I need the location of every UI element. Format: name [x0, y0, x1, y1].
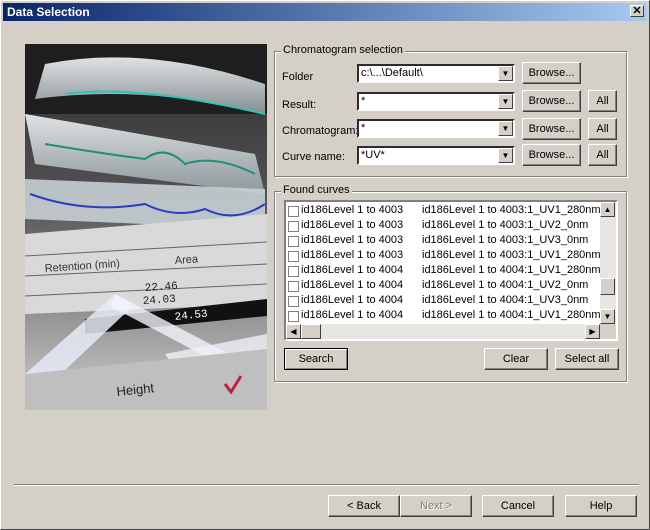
row-result: id186Level 1 to 4004: [301, 309, 404, 321]
curve-name-all-button[interactable]: All: [588, 144, 617, 166]
result-all-button[interactable]: All: [588, 90, 617, 112]
curve-name-browse-button[interactable]: Browse...: [522, 144, 581, 166]
result-combo[interactable]: * ▼: [357, 92, 515, 111]
chromatogram-browse-button[interactable]: Browse...: [522, 118, 581, 140]
search-button[interactable]: Search: [284, 348, 348, 370]
horizontal-scrollbar[interactable]: ◀ ▶: [286, 324, 600, 339]
row-result: id186Level 1 to 4003: [301, 204, 404, 216]
row-curve: id186Level 1 to 4004:1_UV3_0nm: [422, 294, 589, 306]
help-button[interactable]: Help: [565, 495, 637, 517]
scroll-left-icon[interactable]: ◀: [286, 324, 301, 339]
clear-button[interactable]: Clear: [484, 348, 548, 370]
row-curve: id186Level 1 to 4003:1_UV3_0nm: [422, 234, 589, 246]
result-browse-button[interactable]: Browse...: [522, 90, 581, 112]
row-checkbox[interactable]: [288, 221, 299, 232]
title-bar: Data Selection ✕: [3, 3, 647, 21]
decorative-graphic: Retention (min) Area 22.46 24.03 24.53 H…: [25, 44, 267, 410]
row-result: id186Level 1 to 4004: [301, 264, 404, 276]
row-curve: id186Level 1 to 4004:1_UV1_280nm: [422, 264, 601, 276]
close-icon[interactable]: ✕: [630, 5, 644, 17]
vertical-scrollbar[interactable]: ▲ ▼: [600, 202, 616, 324]
row-result: id186Level 1 to 4004: [301, 279, 404, 291]
chromatogram-combo[interactable]: * ▼: [357, 119, 515, 138]
chevron-down-icon[interactable]: ▼: [498, 148, 513, 163]
folder-combo[interactable]: c:\...\Default\ ▼: [357, 64, 515, 83]
footer-separator: [14, 484, 639, 486]
row-result: id186Level 1 to 4003: [301, 219, 404, 231]
scroll-down-icon[interactable]: ▼: [600, 309, 615, 324]
chromatogram-selection-legend: Chromatogram selection: [281, 44, 405, 56]
row-checkbox[interactable]: [288, 266, 299, 277]
chevron-down-icon[interactable]: ▼: [498, 94, 513, 109]
area-label: Area: [174, 253, 199, 267]
scroll-corner: [600, 324, 616, 339]
chromatogram-label: Chromatogram:: [282, 125, 359, 137]
next-button[interactable]: Next >: [400, 495, 472, 517]
row-curve: id186Level 1 to 4004:1_UV2_0nm: [422, 279, 589, 291]
result-value: *: [361, 95, 366, 107]
result-label: Result:: [282, 99, 317, 111]
row-checkbox[interactable]: [288, 251, 299, 262]
row-curve: id186Level 1 to 4003:1_UV1_280nm@0: [422, 249, 618, 261]
chevron-down-icon[interactable]: ▼: [498, 66, 513, 81]
curve-name-combo[interactable]: *UV* ▼: [357, 146, 515, 165]
window-title: Data Selection: [7, 5, 90, 19]
chromatogram-value: *: [361, 122, 366, 134]
folder-value: c:\...\Default\: [361, 67, 423, 79]
found-curves-legend: Found curves: [281, 184, 352, 196]
found-curves-list[interactable]: id186Level 1 to 4003 id186Level 1 to 400…: [284, 200, 618, 341]
row-checkbox[interactable]: [288, 296, 299, 307]
row-checkbox[interactable]: [288, 236, 299, 247]
cancel-button[interactable]: Cancel: [482, 495, 554, 517]
scroll-up-icon[interactable]: ▲: [600, 202, 615, 217]
chromatogram-all-button[interactable]: All: [588, 118, 617, 140]
row-checkbox[interactable]: [288, 206, 299, 217]
data-selection-dialog: Data Selection ✕ Retention (min) Area 22…: [0, 0, 650, 530]
value-1: 22.46: [144, 281, 178, 295]
row-checkbox[interactable]: [288, 311, 299, 322]
row-result: id186Level 1 to 4004: [301, 294, 404, 306]
value-2: 24.03: [142, 294, 176, 308]
row-result: id186Level 1 to 4003: [301, 249, 404, 261]
scroll-thumb[interactable]: [600, 278, 615, 295]
back-button[interactable]: < Back: [328, 495, 400, 517]
folder-browse-button[interactable]: Browse...: [522, 62, 581, 84]
scroll-right-icon[interactable]: ▶: [585, 324, 600, 339]
scroll-thumb[interactable]: [301, 324, 321, 339]
folder-label: Folder: [282, 71, 314, 83]
curve-name-value: *UV*: [361, 149, 385, 161]
chevron-down-icon[interactable]: ▼: [498, 121, 513, 136]
row-curve: id186Level 1 to 4004:1_UV1_280nm@0: [422, 309, 618, 321]
decorative-image: Retention (min) Area 22.46 24.03 24.53 H…: [25, 44, 267, 410]
row-curve: id186Level 1 to 4003:1_UV2_0nm: [422, 219, 589, 231]
curve-name-label: Curve name:: [282, 151, 345, 163]
row-checkbox[interactable]: [288, 281, 299, 292]
row-result: id186Level 1 to 4003: [301, 234, 404, 246]
row-curve: id186Level 1 to 4003:1_UV1_280nm: [422, 204, 601, 216]
select-all-button[interactable]: Select all: [555, 348, 619, 370]
